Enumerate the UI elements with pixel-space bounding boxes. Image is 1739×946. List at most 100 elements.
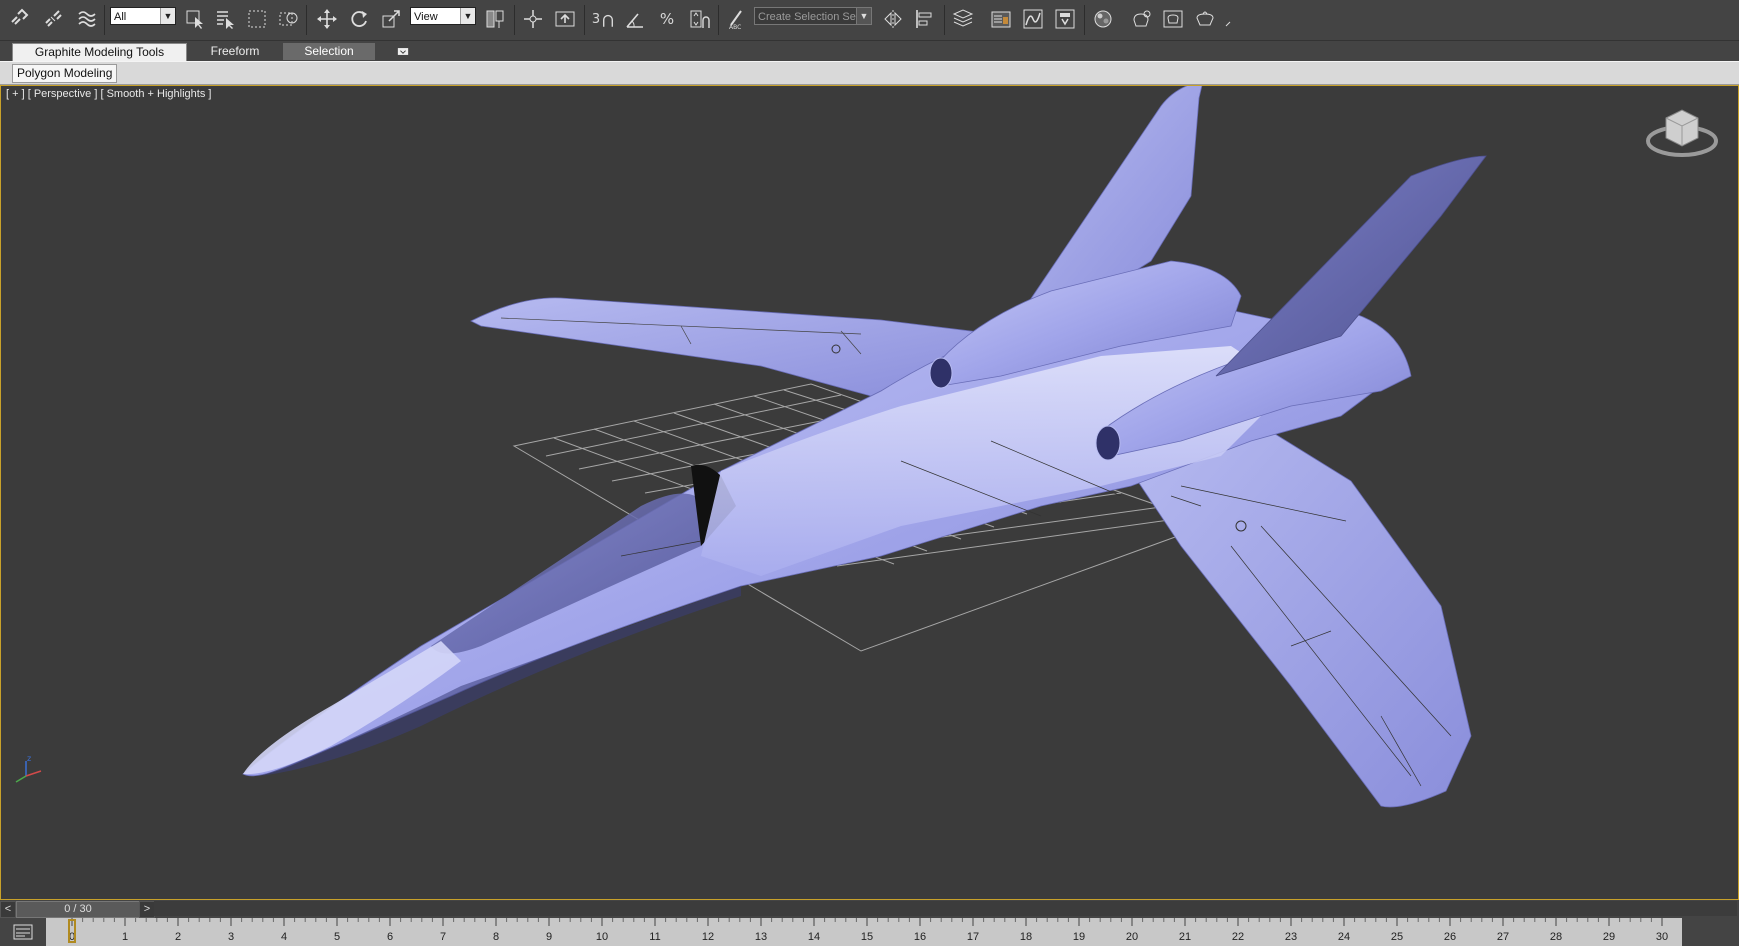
- rect-selection-icon[interactable]: [244, 6, 270, 32]
- angle-snap-icon[interactable]: [622, 6, 648, 32]
- ruler-frame-label: 9: [546, 931, 552, 943]
- edit-named-selection-icon[interactable]: ABC: [724, 6, 750, 32]
- time-slider-next-button[interactable]: >: [139, 901, 155, 918]
- toolbar-separator: [514, 5, 515, 35]
- rendered-frame-window-icon[interactable]: [1160, 6, 1186, 32]
- ruler-frame-label: 23: [1285, 931, 1297, 943]
- snaps-toggle-icon[interactable]: 3: [590, 6, 616, 32]
- time-slider-track[interactable]: [154, 901, 1737, 916]
- time-slider-prev-button[interactable]: <: [0, 901, 16, 918]
- ruler-frame-label: 27: [1497, 931, 1509, 943]
- unlink-icon[interactable]: [40, 6, 66, 32]
- ruler-frame-label: 13: [755, 931, 767, 943]
- ruler-frame-label: 3: [228, 931, 234, 943]
- ruler-frame-label: 18: [1020, 931, 1032, 943]
- ruler-frame-label: 12: [702, 931, 714, 943]
- ruler-frame-label: 26: [1444, 931, 1456, 943]
- chevron-down-icon: ▼: [856, 8, 871, 24]
- render-production-icon[interactable]: [1192, 6, 1218, 32]
- tab-selection[interactable]: Selection: [283, 43, 375, 60]
- toolbar-separator: [104, 5, 105, 35]
- ruler-frame-label: 28: [1550, 931, 1562, 943]
- curve-editor-icon[interactable]: [1020, 6, 1046, 32]
- ruler-frame-label: 4: [281, 931, 287, 943]
- tab-freeform[interactable]: Freeform: [190, 43, 280, 60]
- ruler-frame-label: 2: [175, 931, 181, 943]
- named-selection-sets-value: Create Selection Se: [758, 11, 856, 23]
- snap-mode-label: 3: [591, 11, 601, 27]
- select-manipulate-icon[interactable]: [520, 6, 546, 32]
- viewcube-icon: [1646, 109, 1718, 157]
- right-engine-intake: [1095, 425, 1121, 461]
- schematic-view-icon[interactable]: [1052, 6, 1078, 32]
- ruler-frame-label: 5: [334, 931, 340, 943]
- ruler-frame-label: 16: [914, 931, 926, 943]
- ruler-frame-label: 6: [387, 931, 393, 943]
- ruler-frame-label: 17: [967, 931, 979, 943]
- ruler-frame-label: 14: [808, 931, 820, 943]
- perspective-viewport[interactable]: [ + ] [ Perspective ] [ Smooth + Highlig…: [0, 85, 1739, 900]
- selection-filter-dropdown[interactable]: All ▼: [110, 7, 176, 25]
- toolbar-separator: [718, 5, 719, 35]
- tab-graphite-modeling-tools[interactable]: Graphite Modeling Tools: [12, 43, 187, 61]
- main-toolbar: All ▼ View ▼ 3 % ABC Create Selection Se…: [0, 0, 1739, 41]
- ruler-frame-label: 22: [1232, 931, 1244, 943]
- svg-text:ABC: ABC: [729, 24, 741, 30]
- selection-filter-value: All: [114, 11, 127, 23]
- reference-coordinate-dropdown[interactable]: View ▼: [410, 7, 476, 25]
- mirror-icon[interactable]: [880, 6, 906, 32]
- percent-snap-icon[interactable]: %: [654, 6, 680, 32]
- layer-explorer-icon[interactable]: [950, 6, 976, 32]
- time-slider: < 0 / 30 >: [0, 900, 1739, 918]
- rotate-icon[interactable]: [346, 6, 372, 32]
- panel-polygon-modeling[interactable]: Polygon Modeling: [12, 64, 118, 83]
- viewport-scene: z: [15, 86, 1718, 808]
- scale-icon[interactable]: [378, 6, 404, 32]
- ruler-frame-label: 10: [596, 931, 608, 943]
- ruler-frame-label: 11: [649, 931, 660, 943]
- track-bar: 0 1 2 3 4 5 6 7 8 9 10 11 12 13 14 15 16 17 18 19 20 21 22 23 24…: [0, 918, 1739, 946]
- ruler-frame-label: 8: [493, 931, 499, 943]
- window-crossing-icon[interactable]: [276, 6, 302, 32]
- align-icon[interactable]: [912, 6, 938, 32]
- chevron-down-icon: ▼: [460, 8, 475, 24]
- chevron-down-icon: ▼: [160, 8, 175, 24]
- spinner-snap-icon[interactable]: [686, 6, 712, 32]
- ruler-frame-label: 30: [1656, 931, 1668, 943]
- ruler-frame-label: 1: [122, 931, 128, 943]
- mini-curve-editor-icon[interactable]: [0, 918, 46, 946]
- named-selection-sets-dropdown[interactable]: Create Selection Se ▼: [754, 7, 872, 25]
- bind-space-warp-icon[interactable]: [74, 6, 100, 32]
- toolbar-separator: [1084, 5, 1085, 35]
- move-icon[interactable]: [314, 6, 340, 32]
- toolbar-separator: [306, 5, 307, 35]
- material-editor-icon[interactable]: [1090, 6, 1116, 32]
- ribbon-panel: Polygon Modeling: [0, 61, 1739, 85]
- ruler-frame-label: 21: [1179, 931, 1191, 943]
- toggle-scene-explorer-icon[interactable]: [988, 6, 1014, 32]
- ruler-frame-label: 7: [440, 931, 446, 943]
- keyboard-shortcut-icon[interactable]: [552, 6, 578, 32]
- track-bar-end: [1682, 918, 1739, 946]
- frame-ruler[interactable]: 0 1 2 3 4 5 6 7 8 9 10 11 12 13 14 15 16 17 18 19 20 21 22 23 24…: [52, 918, 1682, 946]
- toolbar-separator: [944, 5, 945, 35]
- right-wing: [1130, 415, 1472, 808]
- link-icon[interactable]: [6, 6, 32, 32]
- select-object-icon[interactable]: [182, 6, 208, 32]
- ruler-frame-label: 15: [861, 931, 873, 943]
- ruler-frame-label: 19: [1073, 931, 1085, 943]
- left-engine-intake: [929, 357, 953, 389]
- ribbon-options-icon[interactable]: [394, 43, 412, 60]
- select-by-name-icon[interactable]: [212, 6, 238, 32]
- ruler-frame-label: 24: [1338, 931, 1350, 943]
- axis-tripod-icon: z: [15, 754, 42, 783]
- svg-text:z: z: [27, 754, 31, 763]
- toolbar-separator: [584, 5, 585, 35]
- ruler-frame-label: 29: [1603, 931, 1615, 943]
- reference-coordinate-value: View: [414, 11, 438, 23]
- ribbon-tab-bar: Graphite Modeling Tools Freeform Selecti…: [0, 41, 1739, 61]
- use-pivot-icon[interactable]: [482, 6, 508, 32]
- render-setup-icon[interactable]: [1128, 6, 1154, 32]
- time-slider-thumb[interactable]: 0 / 30: [16, 901, 140, 918]
- render-iterative-icon[interactable]: [1222, 6, 1234, 32]
